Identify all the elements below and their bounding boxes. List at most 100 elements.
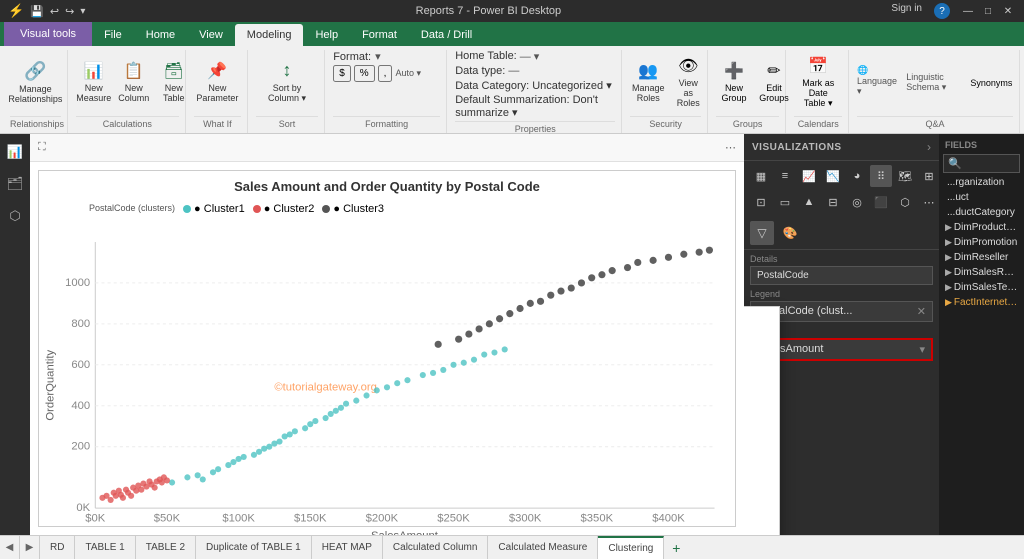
menu-new-hierarchy[interactable]: New hierarchy xyxy=(744,329,779,351)
viz-slicer[interactable]: ⊟ xyxy=(822,191,844,213)
date-table-label: Mark asDate Table ▾ xyxy=(800,78,836,109)
tab-table2[interactable]: TABLE 2 xyxy=(136,536,196,559)
percent-btn[interactable]: % xyxy=(354,65,375,82)
quick-undo[interactable]: ↩ xyxy=(50,5,59,18)
edit-groups-btn[interactable]: ✏ EditGroups xyxy=(756,57,792,107)
fields-panel-header: FIELDS xyxy=(939,138,1024,152)
tab-data-drill[interactable]: Data / Drill xyxy=(409,24,484,46)
format-tab[interactable]: 🎨 xyxy=(778,221,802,245)
viz-map[interactable]: 🗺 xyxy=(894,165,916,187)
tab-duplicate-table1[interactable]: Duplicate of TABLE 1 xyxy=(196,536,312,559)
xaxis-menu-arrow[interactable]: ▾ xyxy=(919,343,925,356)
chart-container[interactable]: Sales Amount and Order Quantity by Posta… xyxy=(38,170,736,527)
tab-file[interactable]: File xyxy=(92,24,134,46)
tab-clustering[interactable]: Clustering xyxy=(598,536,664,559)
menu-new-quick-measure[interactable]: New quick measure xyxy=(744,395,779,417)
format-dropdown[interactable]: ▾ xyxy=(375,50,381,63)
add-page-btn[interactable]: + xyxy=(664,536,688,559)
menu-add-filter[interactable]: Add filter xyxy=(744,307,779,329)
whatif-content: 📌 NewParameter xyxy=(194,50,241,114)
tab-home[interactable]: Home xyxy=(134,24,187,46)
viz-expand-btn[interactable]: › xyxy=(927,140,931,154)
tab-format[interactable]: Format xyxy=(350,24,409,46)
viz-matrix[interactable]: ⊡ xyxy=(750,191,772,213)
new-parameter-btn[interactable]: 📌 NewParameter xyxy=(194,57,241,107)
viz-funnel[interactable]: ⬡ xyxy=(894,191,916,213)
viz-area[interactable]: 📉 xyxy=(822,165,844,187)
tab-rd[interactable]: RD xyxy=(40,536,75,559)
summ-dropdown[interactable]: ▾ xyxy=(512,107,518,119)
new-group-label: NewGroup xyxy=(721,83,746,103)
fields-item-ductcategory[interactable]: ...ductCategory xyxy=(939,205,1024,220)
manage-relationships-btn[interactable]: 🔗 ManageRelationships xyxy=(10,57,61,108)
viz-line[interactable]: 📈 xyxy=(798,165,820,187)
manage-roles-btn[interactable]: 👥 ManageRoles xyxy=(630,57,666,107)
fields-item-dimsalesreason[interactable]: ▶DimSalesReason xyxy=(939,265,1024,280)
new-group-btn[interactable]: ➕ NewGroup xyxy=(716,57,752,107)
viz-clustered-bar[interactable]: ≡ xyxy=(774,165,796,187)
comma-btn[interactable]: , xyxy=(378,65,393,82)
data-cat-dropdown[interactable]: ▾ xyxy=(606,80,612,92)
tab-view[interactable]: View xyxy=(187,24,235,46)
viz-card[interactable]: ▭ xyxy=(774,191,796,213)
viz-gauge[interactable]: ◎ xyxy=(846,191,868,213)
new-column-btn[interactable]: 📋 NewColumn xyxy=(116,57,152,107)
viz-table[interactable]: ⊞ xyxy=(918,165,940,187)
fields-item-dimpromotion[interactable]: ▶DimPromotion xyxy=(939,235,1024,250)
menu-hide[interactable]: Hide xyxy=(744,461,779,483)
tab-visual-tools[interactable]: Visual tools xyxy=(4,22,92,46)
more-icon[interactable]: ⋯ xyxy=(725,141,736,154)
view-as-roles-btn[interactable]: 👁 View asRoles xyxy=(670,52,706,112)
menu-rename[interactable]: Rename xyxy=(744,417,779,439)
fields-item-rganization[interactable]: ...rganization xyxy=(939,175,1024,190)
fields-search[interactable]: 🔍 xyxy=(943,154,1020,173)
tab-calculated-measure[interactable]: Calculated Measure xyxy=(488,536,598,559)
tab-table1[interactable]: TABLE 1 xyxy=(75,536,135,559)
minimize-btn[interactable]: — xyxy=(960,3,976,19)
synonyms-btn[interactable]: Synonyms xyxy=(970,74,1013,92)
tab-scroll-left[interactable]: ◀ xyxy=(0,536,20,559)
fields-item-uct[interactable]: ...uct xyxy=(939,190,1024,205)
new-measure-btn[interactable]: 📊 NewMeasure xyxy=(76,57,112,107)
home-table-value[interactable]: — ▾ xyxy=(520,50,540,63)
viz-kpi[interactable]: ▲ xyxy=(798,191,820,213)
tab-modeling[interactable]: Modeling xyxy=(235,24,304,46)
expand-icon[interactable]: ⛶ xyxy=(38,141,46,154)
menu-new-measure[interactable]: New measure xyxy=(744,351,779,373)
svg-text:SalesAmount: SalesAmount xyxy=(371,530,439,535)
legend-field-x[interactable]: ✕ xyxy=(917,305,926,318)
fields-item-dimproductsubcat[interactable]: ▶DimProductSubcateg... xyxy=(939,220,1024,235)
mark-date-table-btn[interactable]: 📅 Mark asDate Table ▾ xyxy=(794,52,842,113)
viz-waterfall[interactable]: ⬛ xyxy=(870,191,892,213)
sign-in-link[interactable]: Sign in xyxy=(891,3,922,19)
nav-data[interactable]: 🗂 xyxy=(5,174,25,194)
fields-item-factinternetsales[interactable]: ▶FactInternetSales xyxy=(939,295,1024,310)
nav-model[interactable]: ⬡ xyxy=(5,206,25,226)
help-btn[interactable]: ? xyxy=(934,3,950,19)
viz-more[interactable]: ⋯ xyxy=(918,191,940,213)
viz-stacked-bar[interactable]: ▦ xyxy=(750,165,772,187)
cluster3-label: ● Cluster3 xyxy=(333,203,384,215)
menu-unhide-all[interactable]: Unhide all xyxy=(744,505,779,527)
sort-by-column-btn[interactable]: ↕ Sort by Column ▾ xyxy=(256,56,318,108)
menu-view-hidden[interactable]: View hidden xyxy=(744,483,779,505)
quick-save[interactable]: 💾 xyxy=(30,5,44,18)
close-btn[interactable]: ✕ xyxy=(1000,3,1016,19)
fields-item-dimsalesterritory[interactable]: ▶DimSalesTerritory xyxy=(939,280,1024,295)
viz-scatter[interactable]: ⠿ xyxy=(870,165,892,187)
tab-heat-map[interactable]: HEAT MAP xyxy=(312,536,383,559)
quick-redo[interactable]: ↪ xyxy=(65,5,74,18)
menu-new-column[interactable]: New column xyxy=(744,373,779,395)
viz-pie[interactable]: ◕ xyxy=(846,165,868,187)
new-table-btn[interactable]: 🗃 NewTable xyxy=(156,57,192,107)
fields-item-dimreseller[interactable]: ▶DimReseller xyxy=(939,250,1024,265)
tab-help[interactable]: Help xyxy=(303,24,350,46)
dollar-btn[interactable]: $ xyxy=(333,65,351,82)
menu-collapse-all[interactable]: Collapse all xyxy=(744,527,779,535)
nav-report[interactable]: 📊 xyxy=(5,142,25,162)
maximize-btn[interactable]: □ xyxy=(980,3,996,19)
menu-delete[interactable]: Delete xyxy=(744,439,779,461)
tab-scroll-right[interactable]: ▶ xyxy=(20,536,40,559)
tab-calculated-column[interactable]: Calculated Column xyxy=(383,536,489,559)
filter-tab[interactable]: ▽ xyxy=(750,221,774,245)
